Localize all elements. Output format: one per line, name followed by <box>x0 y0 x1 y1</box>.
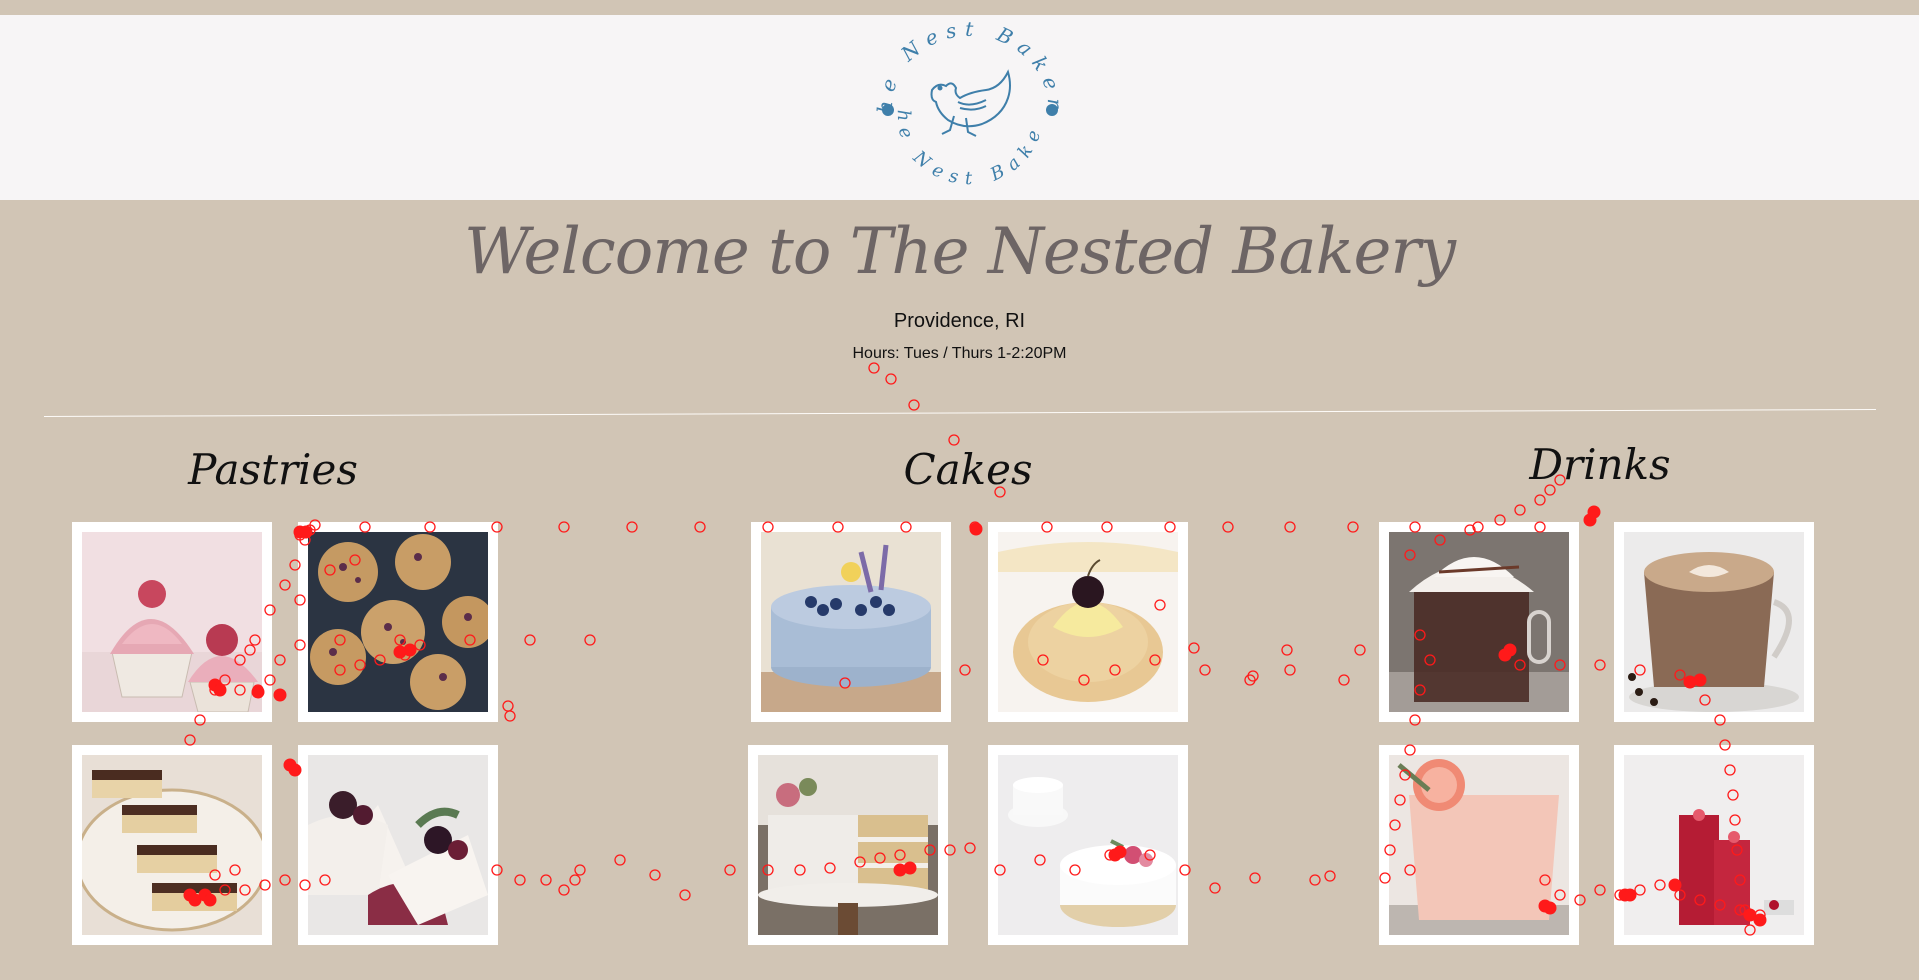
pastry-item-3[interactable] <box>72 745 272 945</box>
category-title-cakes: Cakes <box>903 445 1033 494</box>
category-title-drinks: Drinks <box>1529 440 1671 489</box>
mouse-trail-point <box>970 523 982 535</box>
cake-item-4[interactable] <box>988 745 1188 945</box>
mouse-trail-point <box>1594 884 1606 896</box>
lavender-blueberry-cake-image <box>761 532 941 712</box>
mouse-trail-point <box>626 521 638 533</box>
mouse-trail-dwell <box>273 688 287 702</box>
mouse-trail-point <box>1199 664 1211 676</box>
latte-image <box>1624 532 1804 712</box>
mouse-trail-point <box>614 854 626 866</box>
mouse-trail-point <box>1188 642 1200 654</box>
section-divider <box>43 408 1876 417</box>
mouse-trail-dwell <box>969 522 983 536</box>
mouse-trail-point <box>502 700 514 712</box>
mouse-trail-point <box>584 634 596 646</box>
mouse-trail-point <box>558 521 570 533</box>
mouse-trail-point <box>1338 674 1350 686</box>
mouse-trail-point <box>885 373 897 385</box>
mouse-trail-point <box>868 362 880 374</box>
napoleon-pastry-image <box>82 755 262 935</box>
mouse-trail-point <box>964 842 976 854</box>
mouse-trail-dwell <box>283 758 297 772</box>
mouse-trail-point <box>184 734 196 746</box>
mouse-trail-point <box>959 664 971 676</box>
drink-item-4[interactable] <box>1614 745 1814 945</box>
mouse-trail-point <box>1594 659 1606 671</box>
bakery-logo[interactable]: The Nest Bakery The Nest Bakery <box>870 18 1070 198</box>
mouse-trail-point <box>969 521 981 533</box>
pastry-item-4[interactable] <box>298 745 498 945</box>
pastry-item-2[interactable] <box>298 522 498 722</box>
mouse-trail-point <box>504 710 516 722</box>
mouse-trail-point <box>1222 521 1234 533</box>
mouse-trail-point <box>524 634 536 646</box>
white-floral-cake-image <box>998 755 1178 935</box>
mouse-trail-point <box>1249 872 1261 884</box>
mouse-trail-point <box>1284 664 1296 676</box>
mouse-trail-dwell <box>1587 505 1601 519</box>
grapefruit-cocktail-image <box>1389 755 1569 935</box>
blueberry-muffins-image <box>308 532 488 712</box>
mouse-trail-point <box>558 884 570 896</box>
location-text: Providence, RI <box>893 310 1026 332</box>
cake-item-2[interactable] <box>988 522 1188 722</box>
naked-layer-cake-image <box>758 755 938 935</box>
mouse-trail-point <box>724 864 736 876</box>
hot-chocolate-image <box>1389 532 1569 712</box>
drink-item-3[interactable] <box>1379 745 1579 945</box>
mouse-trail-point <box>1247 670 1259 682</box>
logo-top-text: The Nest Bakery <box>870 18 1059 116</box>
mouse-trail-point <box>679 889 691 901</box>
mouse-trail-point <box>1534 494 1546 506</box>
drink-item-1[interactable] <box>1379 522 1579 722</box>
mouse-trail-point <box>514 874 526 886</box>
logo-dot-left <box>882 104 894 116</box>
mouse-trail-point <box>694 521 706 533</box>
welcome-title: Welcome to The Nested Bakery <box>463 215 1456 289</box>
hen-icon <box>930 69 1011 137</box>
mouse-trail-point <box>1281 644 1293 656</box>
hours-text: Hours: Tues / Thurs 1-2:20PM <box>852 345 1067 362</box>
mouse-trail-point <box>1309 874 1321 886</box>
mouse-trail-point <box>1588 506 1600 518</box>
mouse-trail-point <box>1244 674 1256 686</box>
raspberry-cupcake-image <box>82 532 262 712</box>
mouse-trail-point <box>1209 882 1221 894</box>
logo-dot-right <box>1046 104 1058 116</box>
cake-item-1[interactable] <box>751 522 951 722</box>
berry-cheesecake-image <box>308 755 488 935</box>
mouse-trail-point <box>948 434 960 446</box>
red-berry-drink-image <box>1624 755 1804 935</box>
drink-item-2[interactable] <box>1614 522 1814 722</box>
mouse-trail-point <box>574 864 586 876</box>
category-title-pastries: Pastries <box>188 445 358 494</box>
mouse-trail-point <box>1324 870 1336 882</box>
mouse-trail-point <box>1347 521 1359 533</box>
mouse-trail-point <box>1354 644 1366 656</box>
mouse-trail-point <box>649 869 661 881</box>
mouse-trail-point <box>1514 504 1526 516</box>
cream-puff-cherry-image <box>998 532 1178 712</box>
cake-item-3[interactable] <box>748 745 948 945</box>
mouse-trail-point <box>1284 521 1296 533</box>
mouse-trail-point <box>569 874 581 886</box>
mouse-trail-point <box>279 579 291 591</box>
mouse-trail-point <box>1584 514 1596 526</box>
svg-text:The Nest Bakery: The Nest Bakery <box>870 18 1067 116</box>
mouse-trail-dwell <box>1583 513 1597 527</box>
mouse-trail-point <box>908 399 920 411</box>
pastry-item-1[interactable] <box>72 522 272 722</box>
mouse-trail-point <box>274 654 286 666</box>
mouse-trail-point <box>540 874 552 886</box>
mouse-trail-point <box>279 874 291 886</box>
